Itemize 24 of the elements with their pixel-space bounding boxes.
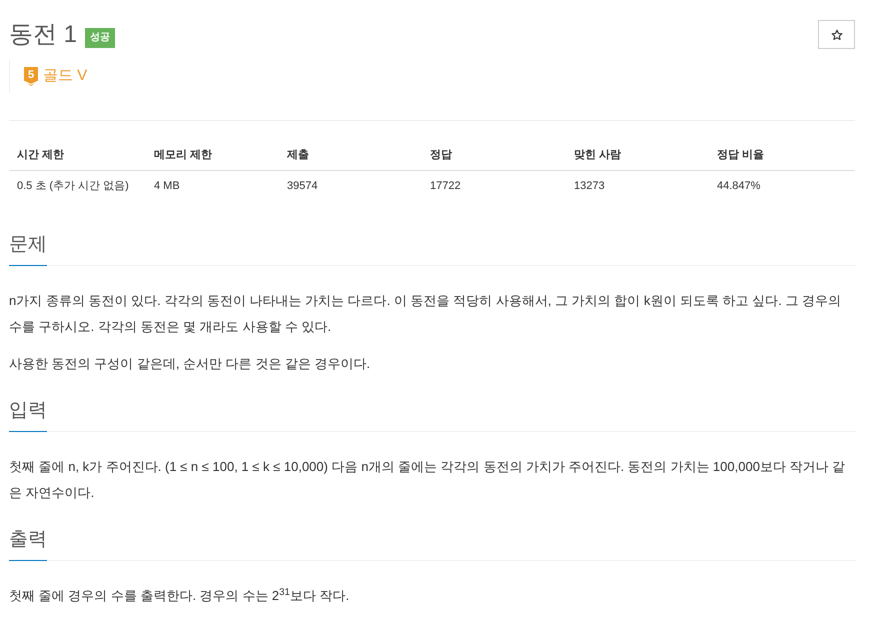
tier-label[interactable]: 골드 V [43, 65, 88, 88]
column-header: 정답 비율 [709, 140, 855, 170]
table-cell: 44.847% [709, 170, 855, 201]
table-cell: 13273 [566, 170, 709, 201]
section-paragraph: 첫째 줄에 경우의 수를 출력한다. 경우의 수는 2$^{31}$보다 작다. [9, 586, 350, 605]
column-header: 시간 제한 [9, 140, 146, 170]
tier-badge: 5 [24, 67, 38, 86]
column-header: 메모리 제한 [146, 140, 279, 170]
table-cell: 39574 [279, 170, 422, 201]
section-paragraph: 사용한 동전의 구성이 같은데, 순서만 다른 것은 같은 경우이다. [9, 355, 372, 373]
star-button[interactable] [818, 20, 855, 49]
section-paragraph: n가지 종류의 동전이 있다. 각각의 동전이 나타내는 가치는 다르다. 이 동전을 적당히 사용해서, 그 가치의 합이 k원이 되도록 하고 싶다. 그 경우의 수를 구하시오. 각각의 동전은 몇 개라도 사용할 수 있다. [9, 292, 842, 336]
table-cell: 17722 [422, 170, 566, 201]
section-heading: 출력 [9, 528, 47, 561]
table-cell: 0.5 초 (추가 시간 없음) [9, 170, 146, 201]
column-header: 맞힌 사람 [566, 140, 709, 170]
section-heading: 문제 [9, 233, 47, 266]
section-heading: 입력 [9, 399, 47, 432]
table-cell: 4 MB [146, 170, 279, 201]
column-header: 제출 [279, 140, 422, 170]
result-badge: 성공 [85, 28, 116, 48]
column-header: 정답 [422, 140, 566, 170]
problem-title: 동전 1 [9, 20, 78, 50]
section-paragraph: 첫째 줄에 n, k가 주어진다. (1 ≤ n ≤ 100, 1 ≤ k ≤ 10,000) 다음 n개의 줄에는 각각의 동전의 가치가 주어진다. 동전의 가치는 100,000보다 작거나 같은 자연수이다. [9, 458, 846, 502]
